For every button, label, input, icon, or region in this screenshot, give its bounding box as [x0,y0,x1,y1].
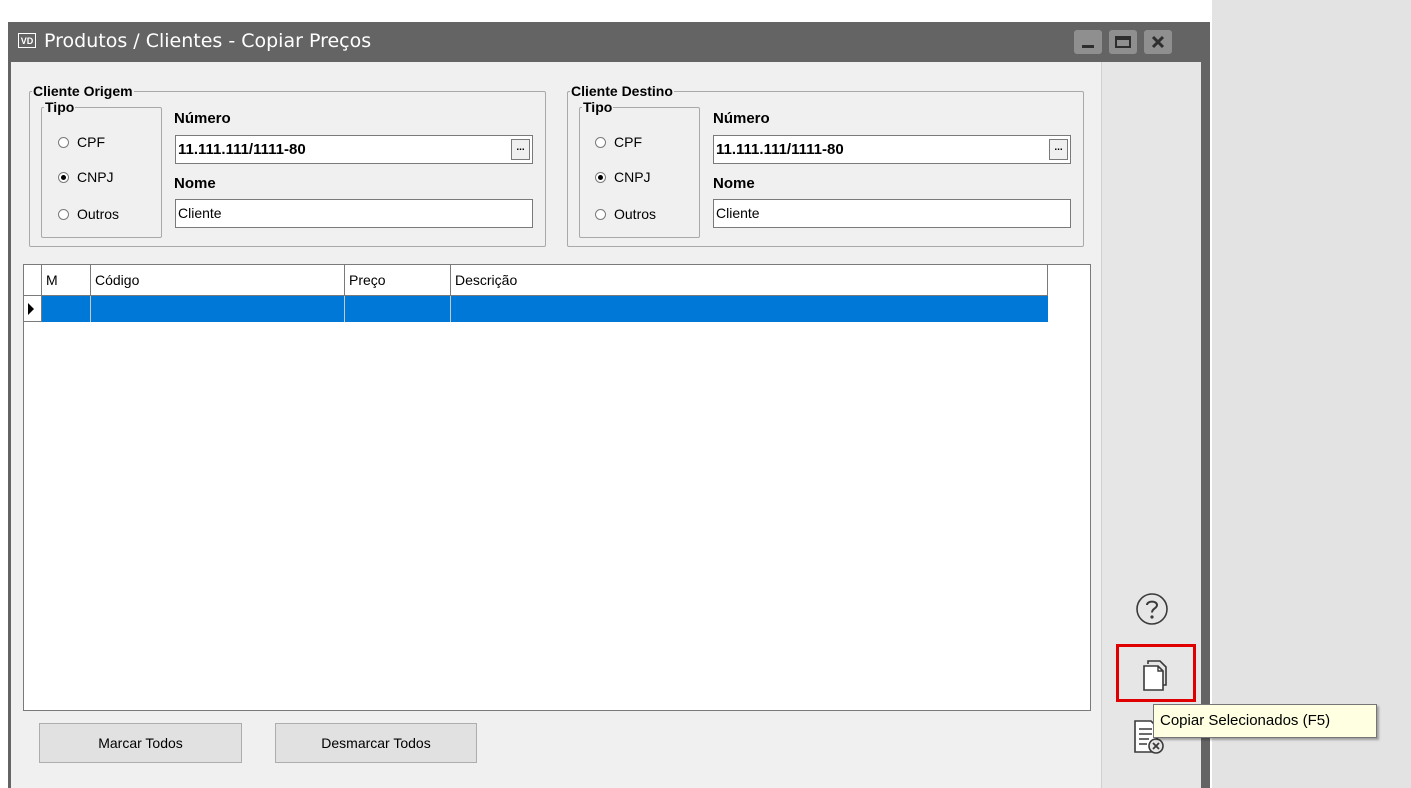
destino-nome-field[interactable]: Cliente [713,199,1071,228]
destino-radio-outros[interactable]: Outros [595,206,656,222]
help-icon[interactable] [1135,592,1169,626]
column-header-codigo[interactable]: Código [91,265,345,295]
radio-unchecked-icon [58,136,69,148]
destino-numero-field[interactable]: 11.111.111/1111-80 ... [713,135,1071,164]
maximize-button[interactable] [1109,30,1137,54]
close-icon [1151,35,1165,49]
origem-radio-cnpj-label: CNPJ [77,169,114,185]
destino-radio-cnpj-label: CNPJ [614,169,651,185]
copy-document-icon [1143,660,1167,691]
maximize-icon [1115,36,1131,48]
column-header-descricao[interactable]: Descrição [451,265,1048,295]
minimize-button[interactable] [1074,30,1102,54]
tooltip: Copiar Selecionados (F5) [1153,704,1377,738]
origem-numero-label: Número [174,110,231,127]
origem-radio-cnpj[interactable]: CNPJ [58,169,114,185]
cliente-origem-title: Cliente Origem [33,83,133,99]
origem-lookup-button[interactable]: ... [511,139,530,160]
origem-nome-field[interactable]: Cliente [175,199,533,228]
origem-numero-field[interactable]: 11.111.111/1111-80 ... [175,135,533,164]
destino-nome-label: Nome [713,175,755,192]
destino-numero-label: Número [713,110,770,127]
destino-radio-cnpj[interactable]: CNPJ [595,169,651,185]
destino-radio-cpf[interactable]: CPF [595,134,642,150]
radio-checked-icon [595,171,606,183]
app-icon: VD [18,33,36,48]
destino-numero-value: 11.111.111/1111-80 [716,141,844,158]
origem-radio-cpf[interactable]: CPF [58,134,105,150]
origem-nome-label: Nome [174,175,216,192]
window-client-area: Cliente Origem Tipo CPF CNPJ Outros Núme… [11,62,1201,788]
column-header-preco[interactable]: Preço [345,265,451,295]
close-button[interactable] [1144,30,1172,54]
origem-radio-outros[interactable]: Outros [58,206,119,222]
title-bar[interactable]: VD Produtos / Clientes - Copiar Preços [8,22,1210,62]
row-pointer-icon [28,303,34,315]
origem-numero-value: 11.111.111/1111-80 [178,141,306,158]
destino-lookup-button[interactable]: ... [1049,139,1068,160]
destino-radio-cpf-label: CPF [614,134,642,150]
window-title: Produtos / Clientes - Copiar Preços [44,30,372,52]
grid-header: M Código Preço Descrição [24,265,1048,296]
origem-radio-cpf-label: CPF [77,134,105,150]
cliente-destino-title: Cliente Destino [571,83,673,99]
cell-preco[interactable] [345,296,451,322]
copy-selected-button[interactable] [1116,644,1196,702]
cell-descricao[interactable] [451,296,1048,322]
copy-prices-window: VD Produtos / Clientes - Copiar Preços C… [8,22,1210,788]
grid-corner [24,265,42,295]
marcar-todos-button[interactable]: Marcar Todos [39,723,242,763]
cell-codigo[interactable] [91,296,345,322]
origem-radio-outros-label: Outros [77,206,120,222]
radio-unchecked-icon [595,208,606,220]
origem-tipo-title: Tipo [45,99,75,115]
column-header-m[interactable]: M [42,265,91,295]
products-grid[interactable]: M Código Preço Descrição [23,264,1091,711]
minimize-icon [1082,45,1094,48]
radio-unchecked-icon [58,208,69,220]
radio-checked-icon [58,171,69,183]
table-row[interactable] [24,296,1048,322]
desmarcar-todos-button[interactable]: Desmarcar Todos [275,723,477,763]
radio-unchecked-icon [595,136,606,148]
destino-tipo-title: Tipo [583,99,613,115]
cell-m[interactable] [42,296,91,322]
desktop-background [1212,0,1411,788]
side-toolbar [1101,62,1201,788]
destino-radio-outros-label: Outros [614,206,657,222]
desktop-top [0,0,1212,22]
row-indicator [24,296,42,322]
